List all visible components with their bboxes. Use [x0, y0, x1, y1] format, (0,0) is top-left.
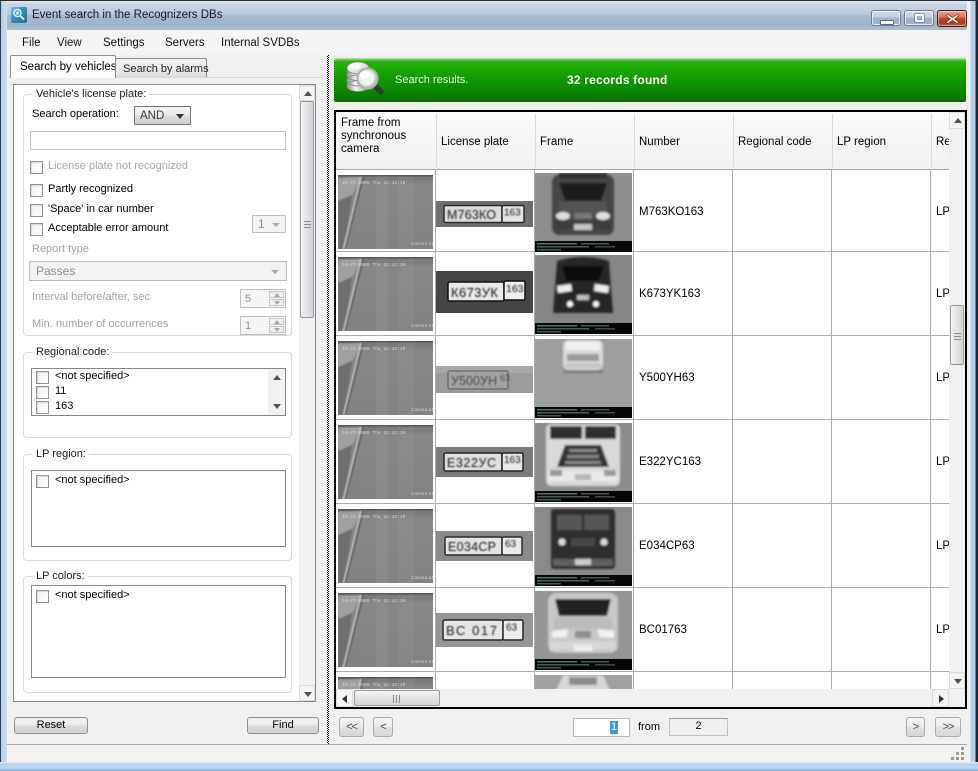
svg-text:У500УН: У500УН	[451, 374, 497, 388]
svg-text:Е034СР: Е034СР	[448, 540, 496, 554]
svg-text:К673УК: К673УК	[451, 285, 498, 300]
svg-text:63: 63	[500, 373, 510, 383]
svg-text:163: 163	[504, 208, 521, 219]
svg-text:163: 163	[506, 283, 524, 295]
svg-text:ВС 017: ВС 017	[446, 623, 497, 638]
svg-text:63: 63	[506, 623, 518, 634]
svg-text:163: 163	[504, 455, 521, 466]
svg-text:М763КО: М763КО	[447, 208, 496, 222]
svg-text:Е322УС: Е322УС	[447, 456, 496, 470]
svg-text:63: 63	[505, 539, 517, 550]
